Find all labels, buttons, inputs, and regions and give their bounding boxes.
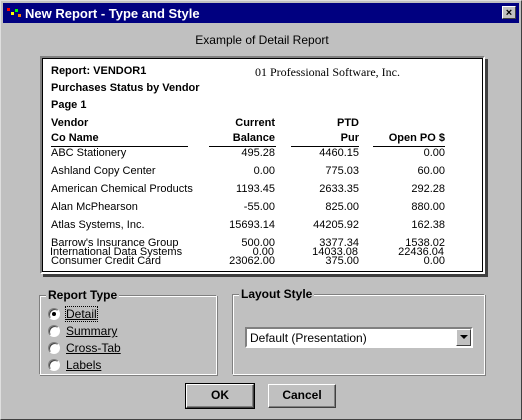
col-balance-header-2: Balance [232, 132, 275, 144]
report-preview-page: Report: VENDOR1 01 Professional Software… [42, 58, 483, 272]
chevron-down-icon [460, 335, 468, 339]
radio-label[interactable]: Labels [66, 358, 101, 372]
example-caption: Example of Detail Report [195, 33, 329, 47]
layout-style-select[interactable]: Default (Presentation) [245, 327, 473, 348]
table-row: International Data Systems 0.00 14033.08… [41, 246, 482, 264]
layout-style-group: Layout Style Default (Presentation) [232, 287, 485, 375]
title-bar[interactable]: New Report - Type and Style × [3, 3, 519, 23]
dropdown-button[interactable] [456, 329, 471, 346]
app-logo-icon [7, 8, 21, 17]
radio-circle[interactable] [48, 342, 60, 354]
open-po-amount: 0.00 [423, 147, 445, 159]
ptd-purchases: 825.00 [325, 201, 359, 213]
ptd-purchases: 14033.08 [312, 246, 358, 258]
col-ptd-header-2: Pur [340, 132, 359, 144]
current-balance: 495.28 [241, 147, 275, 159]
radio-circle[interactable] [48, 359, 60, 371]
open-po-amount: 162.38 [411, 219, 445, 231]
open-po-amount: 60.00 [417, 165, 445, 177]
table-row: Atlas Systems, Inc. 15693.14 44205.92 16… [43, 219, 484, 237]
vendor-name: Atlas Systems, Inc. [51, 219, 145, 231]
cancel-button[interactable]: Cancel [268, 384, 336, 408]
ptd-purchases: 2633.35 [319, 183, 359, 195]
window-title: New Report - Type and Style [25, 6, 200, 21]
vendor-name: Ashland Copy Center [51, 165, 156, 177]
radio-circle[interactable] [48, 308, 60, 320]
layout-style-value: Default (Presentation) [250, 331, 367, 345]
current-balance: 0.00 [253, 165, 275, 177]
current-balance: 0.00 [252, 246, 274, 258]
page-number: Page 1 [51, 99, 87, 111]
table-row: American Chemical Products 1193.45 2633.… [43, 183, 484, 201]
report-type-group: Report Type Detail Summary Cross-Tab Lab… [39, 288, 217, 375]
vendor-name: Alan McPhearson [51, 201, 138, 213]
table-row: ABC Stationery 495.28 4460.15 0.00 [43, 147, 484, 165]
report-preview: Report: VENDOR1 01 Professional Software… [40, 56, 485, 274]
col-ptd-header-1: PTD [337, 117, 359, 129]
new-report-dialog: New Report - Type and Style × Example of… [0, 0, 522, 420]
ptd-purchases: 775.03 [325, 165, 359, 177]
current-balance: -55.00 [243, 201, 275, 213]
table-row: Ashland Copy Center 0.00 775.03 60.00 [43, 165, 484, 183]
vendor-name: International Data Systems [50, 246, 183, 258]
vendor-name: ABC Stationery [51, 147, 127, 159]
report-title: Purchases Status by Vendor [51, 82, 200, 94]
open-po-amount: 880.00 [411, 201, 445, 213]
ptd-purchases: 4460.15 [319, 147, 359, 159]
radio-label[interactable]: Summary [66, 324, 117, 338]
close-button[interactable]: × [502, 6, 516, 19]
ok-button[interactable]: OK [185, 383, 255, 409]
table-row-last-wrapper [43, 59, 484, 77]
vendor-name: American Chemical Products [51, 183, 193, 195]
radio-label[interactable]: Cross-Tab [66, 341, 121, 355]
layout-style-title: Layout Style [239, 287, 315, 301]
current-balance: 1193.45 [236, 183, 275, 195]
col-vendor-header-1: Vendor [51, 117, 89, 129]
close-icon: × [505, 7, 513, 19]
open-po-amount: 292.28 [411, 183, 445, 195]
current-balance: 15693.14 [229, 219, 275, 231]
col-vendor-header-2: Co Name [51, 132, 99, 144]
col-openpo-header: Open PO $ [388, 132, 445, 144]
radio-selected-dot [52, 312, 56, 316]
open-po-amount: 22436.04 [398, 246, 444, 258]
table-row: Alan McPhearson -55.00 825.00 880.00 [43, 201, 484, 219]
radio-label[interactable]: Detail [65, 306, 98, 322]
col-balance-header-1: Current [235, 117, 275, 129]
report-type-title: Report Type [46, 288, 120, 302]
ptd-purchases: 44205.92 [313, 219, 359, 231]
radio-circle[interactable] [48, 325, 60, 337]
